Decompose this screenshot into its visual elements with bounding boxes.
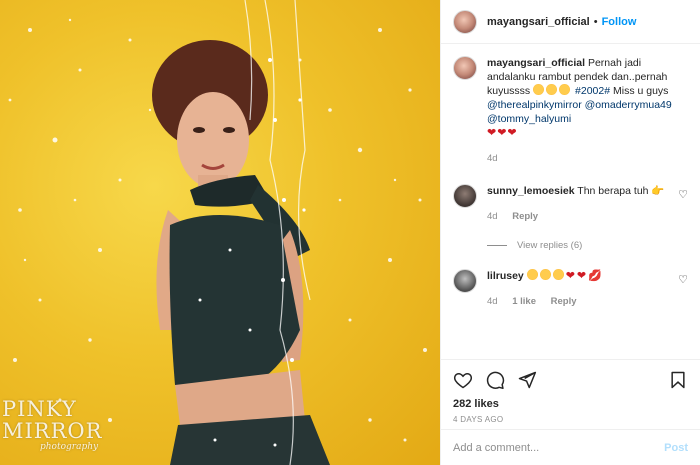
add-comment-bar: Post	[441, 429, 700, 465]
comment-meta: 4d 1 like Reply	[487, 295, 675, 309]
watermark-script: photography	[40, 442, 99, 452]
caption-username[interactable]: mayangsari_official	[487, 57, 585, 69]
replies-divider	[487, 245, 507, 246]
post-comment-button[interactable]: Post	[664, 442, 688, 454]
instagram-post: PINKY MIRROR photography mayangsari_offi…	[0, 0, 700, 465]
post-photo[interactable]: PINKY MIRROR photography	[0, 0, 440, 465]
comment-time: 4d	[487, 211, 498, 222]
follow-button[interactable]: Follow	[602, 16, 637, 28]
lips-emoji-icon: 💋	[588, 270, 602, 282]
upside-down-emoji-icon	[559, 84, 571, 95]
share-paper-plane-icon[interactable]	[517, 370, 537, 390]
post-actions: 282 likes 4 DAYS AGO	[441, 359, 700, 429]
post-header: mayangsari_official • Follow	[441, 0, 700, 44]
comment-avatar[interactable]	[453, 269, 477, 293]
heart-eyes-emoji-icon	[552, 269, 564, 280]
comment-username[interactable]: lilrusey	[487, 270, 524, 282]
posted-time: 4 DAYS AGO	[453, 415, 504, 424]
like-comment-heart-icon[interactable]: ♡	[678, 273, 688, 286]
pinky-mirror-watermark: PINKY MIRROR photography	[2, 398, 102, 452]
comment-meta: 4d Reply	[487, 210, 675, 224]
comment-text: Thn berapa tuh	[577, 185, 649, 197]
view-replies-label[interactable]: View replies (6)	[517, 240, 582, 251]
likes-count[interactable]: 282 likes	[453, 398, 688, 410]
author-avatar[interactable]	[453, 9, 477, 34]
comment-bubble-icon[interactable]	[485, 370, 505, 390]
caption-hearts: ❤❤❤	[487, 127, 518, 139]
add-comment-input[interactable]	[453, 441, 665, 454]
mention-omaderrymua49[interactable]: @omaderrymua49	[585, 99, 672, 111]
action-icons	[453, 368, 688, 392]
author-username[interactable]: mayangsari_official	[487, 16, 590, 28]
reply-button[interactable]: Reply	[551, 296, 577, 307]
watermark-line-2: MIRROR	[2, 419, 103, 443]
comment-body: lilrusey ❤ ❤ 💋 4d 1 like Reply	[487, 269, 675, 309]
view-replies-button[interactable]: View replies (6)	[487, 240, 688, 251]
mention-tommy-halyumi[interactable]: @tommy_halyumi	[487, 113, 571, 125]
caption-hashtag[interactable]: #2002#	[575, 85, 610, 97]
like-heart-icon[interactable]	[453, 370, 473, 390]
mention-therealpinkymirror[interactable]: @therealpinkymirror	[487, 99, 582, 111]
caption-body: mayangsari_official Pernah jadi andalank…	[487, 56, 688, 166]
post-caption: mayangsari_official Pernah jadi andalank…	[453, 56, 688, 166]
post-side-panel: mayangsari_official • Follow mayangsari_…	[440, 0, 700, 465]
comment-avatar[interactable]	[453, 184, 477, 208]
comment-username[interactable]: sunny_lemoesiek	[487, 185, 575, 197]
heart-eyes-emoji-icon	[526, 269, 538, 280]
bookmark-icon[interactable]	[668, 370, 688, 390]
comment-item: sunny_lemoesiek Thn berapa tuh 👉 4d Repl…	[453, 184, 688, 224]
comment-time: 4d	[487, 296, 498, 307]
tired-face-emoji-icon	[533, 84, 545, 95]
comment-item: lilrusey ❤ ❤ 💋 4d 1 like Reply ♡	[453, 269, 688, 309]
like-comment-heart-icon[interactable]: ♡	[678, 188, 688, 201]
comments-list[interactable]: mayangsari_official Pernah jadi andalank…	[441, 44, 700, 359]
comment-emoji: 👉	[651, 185, 665, 197]
header-separator: •	[593, 15, 598, 28]
red-heart-emoji-icon: ❤	[565, 270, 575, 282]
caption-text-2: Miss u guys	[613, 85, 669, 97]
photo-illustration	[8, 0, 427, 465]
heart-eyes-emoji-icon	[539, 269, 551, 280]
reply-button[interactable]: Reply	[512, 211, 538, 222]
watermark-line-1: PINKY	[2, 397, 77, 421]
caption-time: 4d	[487, 153, 498, 164]
comment-likes[interactable]: 1 like	[512, 296, 536, 307]
comment-body: sunny_lemoesiek Thn berapa tuh 👉 4d Repl…	[487, 184, 675, 224]
caption-meta: 4d	[487, 152, 688, 166]
red-heart-emoji-icon: ❤	[576, 270, 587, 282]
heart-eyes-emoji-icon	[546, 84, 558, 95]
caption-avatar[interactable]	[453, 56, 477, 80]
